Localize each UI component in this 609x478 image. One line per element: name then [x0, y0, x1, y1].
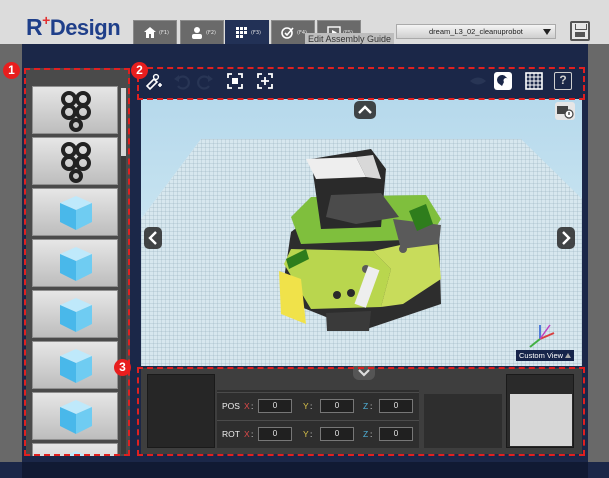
- save-button[interactable]: [570, 21, 590, 41]
- file-select[interactable]: dream_L3_02_cleanuprobot: [396, 24, 556, 39]
- file-name: dream_L3_02_cleanuprobot: [429, 27, 523, 36]
- view-left-button[interactable]: [144, 227, 162, 249]
- camera-reset-button[interactable]: [555, 102, 575, 120]
- annotation-frame-3: [137, 367, 585, 456]
- annotation-frame-2: [137, 67, 585, 100]
- tab-home[interactable]: (F1): [133, 20, 177, 44]
- view-right-button[interactable]: [557, 227, 575, 249]
- 3d-viewport[interactable]: [141, 99, 582, 366]
- annotation-badge-1: 1: [3, 62, 20, 79]
- tab-assembly[interactable]: (F2): [180, 20, 224, 44]
- chevron-up-icon: [358, 105, 372, 114]
- chevron-right-icon: [562, 231, 571, 245]
- annotation-badge-2: 2: [131, 62, 148, 79]
- app-logo: R+Design: [26, 12, 121, 40]
- status-strip: [0, 462, 609, 478]
- left-edge: [0, 44, 22, 478]
- annotation-frame-1: [24, 68, 130, 456]
- right-edge: [588, 44, 609, 478]
- person-icon: [192, 27, 202, 39]
- chevron-left-icon: [148, 231, 157, 245]
- check-gear-icon: [281, 27, 294, 39]
- grid-icon: [236, 27, 247, 38]
- chevron-down-icon: [543, 29, 551, 35]
- view-mode-label: Custom View: [519, 351, 564, 360]
- home-icon: [144, 27, 156, 38]
- axis-gizmo-icon: [529, 324, 555, 348]
- robot-model[interactable]: [141, 99, 582, 366]
- view-mode-select[interactable]: Custom View: [516, 350, 574, 361]
- annotation-badge-3: 3: [114, 359, 131, 376]
- chevron-up-small-icon: [565, 353, 571, 358]
- view-up-button[interactable]: [354, 101, 376, 119]
- tab-edit-assembly-guide[interactable]: (F3): [225, 20, 269, 44]
- camera-icon: [557, 106, 574, 119]
